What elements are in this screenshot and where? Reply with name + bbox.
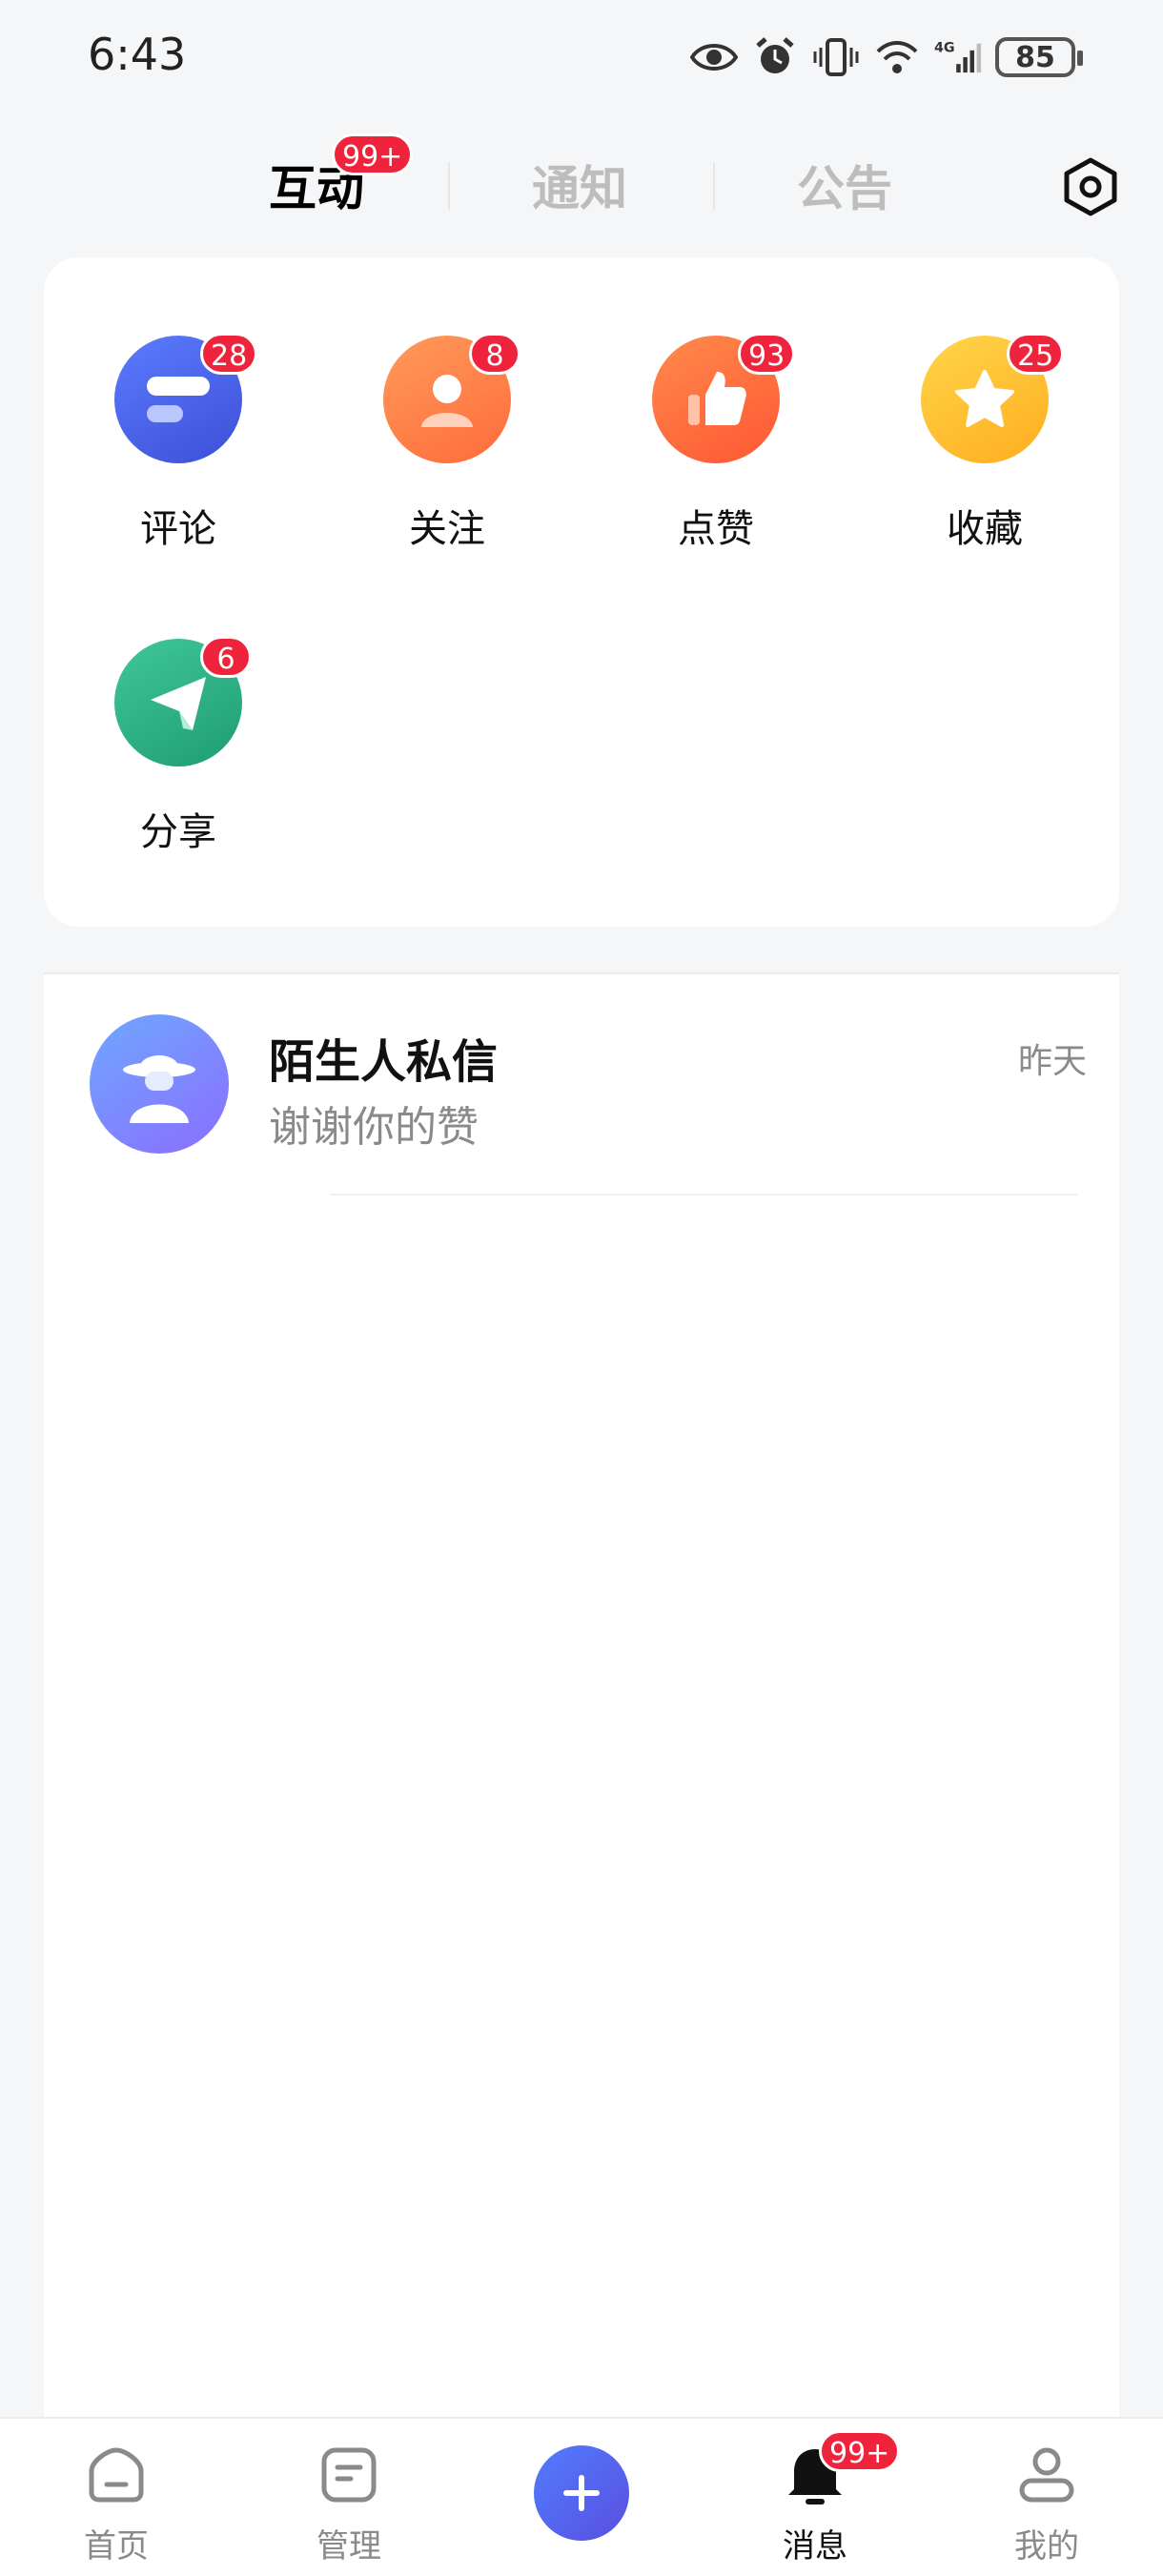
message-preview: 谢谢你的赞 xyxy=(269,1103,479,1152)
alarm-icon xyxy=(751,33,799,81)
nav-label: 首页 xyxy=(84,2527,149,2566)
settings-button[interactable] xyxy=(1056,153,1125,221)
follow-badge: 8 xyxy=(469,333,520,375)
like-badge: 93 xyxy=(738,333,796,375)
category-comment[interactable]: 28 评论 xyxy=(76,333,267,583)
favorite-badge: 25 xyxy=(1007,333,1065,375)
nav-messages[interactable]: 99+ 消息 xyxy=(739,2430,901,2575)
svg-text:4G: 4G xyxy=(934,41,955,56)
list-item[interactable]: 陌生人私信 谢谢你的赞 昨天 xyxy=(44,974,1119,1196)
battery-icon: 85 xyxy=(995,37,1083,77)
nav-home[interactable]: 首页 xyxy=(40,2442,193,2575)
tab-divider xyxy=(713,162,715,210)
interaction-card: 28 评论 8 关注 93 点赞 25 收藏 6 分享 xyxy=(44,257,1119,927)
stranger-avatar-icon xyxy=(90,1014,229,1154)
tab-divider xyxy=(448,162,450,210)
home-icon xyxy=(83,2442,150,2508)
plus-icon xyxy=(563,2475,600,2511)
nav-manage[interactable]: 管理 xyxy=(273,2442,425,2575)
wifi-icon xyxy=(873,33,921,81)
tab-announcements[interactable]: 公告 xyxy=(797,151,892,219)
tab-interaction-badge: 99+ xyxy=(332,133,414,175)
category-like[interactable]: 93 点赞 xyxy=(614,333,805,583)
category-label: 分享 xyxy=(140,810,216,854)
category-share[interactable]: 6 分享 xyxy=(76,636,267,887)
messages-badge: 99+ xyxy=(819,2430,901,2472)
category-follow[interactable]: 8 关注 xyxy=(345,333,536,583)
status-bar: 6:43 4G 85 xyxy=(0,0,1163,110)
category-label: 评论 xyxy=(140,507,216,551)
status-time: 6:43 xyxy=(88,29,187,80)
eye-icon xyxy=(690,33,738,81)
category-label: 关注 xyxy=(409,507,485,551)
share-badge: 6 xyxy=(200,636,252,678)
bottom-nav: 首页 管理 99+ 消息 我的 xyxy=(0,2417,1163,2576)
message-time: 昨天 xyxy=(1017,1042,1087,1081)
settings-icon xyxy=(1064,157,1117,216)
message-sender: 陌生人私信 xyxy=(269,1035,499,1089)
top-tabs: 互动 99+ 通知 公告 xyxy=(0,133,1163,229)
message-list: 陌生人私信 谢谢你的赞 昨天 xyxy=(44,972,1119,2425)
comment-badge: 28 xyxy=(200,333,258,375)
nav-label: 管理 xyxy=(316,2527,381,2566)
category-favorite[interactable]: 25 收藏 xyxy=(883,333,1073,583)
user-icon xyxy=(1013,2442,1080,2508)
nav-label: 消息 xyxy=(783,2527,847,2566)
signal-icon: 4G xyxy=(934,33,982,81)
status-icons: 4G 85 xyxy=(690,29,1083,86)
battery-level: 85 xyxy=(1015,40,1055,74)
nav-label: 我的 xyxy=(1014,2527,1079,2566)
tab-notifications[interactable]: 通知 xyxy=(532,151,627,219)
category-label: 收藏 xyxy=(947,507,1023,551)
manage-icon xyxy=(316,2442,382,2508)
category-label: 点赞 xyxy=(678,507,754,551)
vibrate-icon xyxy=(812,33,860,81)
nav-mine[interactable]: 我的 xyxy=(970,2442,1123,2575)
add-button[interactable] xyxy=(534,2445,629,2541)
divider xyxy=(330,1194,1077,1196)
